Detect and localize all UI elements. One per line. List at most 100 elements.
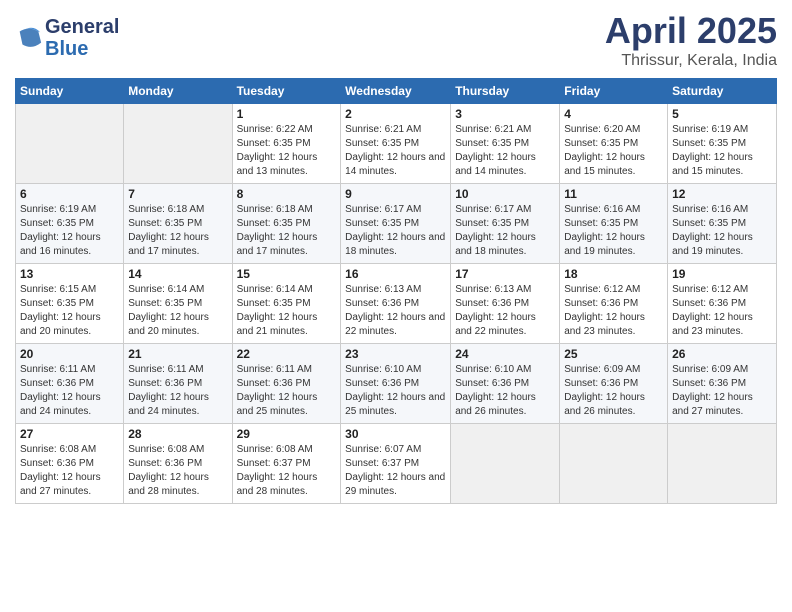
week-row-5: 27Sunrise: 6:08 AMSunset: 6:36 PMDayligh… [16, 424, 777, 504]
day-info: Sunrise: 6:10 AMSunset: 6:36 PMDaylight:… [455, 363, 555, 419]
day-number: 19 [672, 267, 772, 281]
day-info: Sunrise: 6:12 AMSunset: 6:36 PMDaylight:… [564, 283, 663, 339]
day-number: 4 [564, 107, 663, 121]
week-row-1: 1Sunrise: 6:22 AMSunset: 6:35 PMDaylight… [16, 104, 777, 184]
day-info: Sunrise: 6:19 AMSunset: 6:35 PMDaylight:… [20, 203, 119, 259]
day-cell: 24 Sunrise: 6:10 AMSunset: 6:36 PMDayligh… [451, 344, 560, 424]
header-cell-saturday: Saturday [668, 79, 777, 104]
day-info: Sunrise: 6:07 AMSunset: 6:37 PMDaylight:… [345, 443, 446, 499]
day-info: Sunrise: 6:09 AMSunset: 6:36 PMDaylight:… [564, 363, 663, 419]
day-cell: 15 Sunrise: 6:14 AMSunset: 6:35 PMDayligh… [232, 264, 341, 344]
day-number: 5 [672, 107, 772, 121]
day-number: 10 [455, 187, 555, 201]
day-number: 9 [345, 187, 446, 201]
day-number: 15 [237, 267, 337, 281]
day-cell: 27Sunrise: 6:08 AMSunset: 6:36 PMDayligh… [16, 424, 124, 504]
day-info: Sunrise: 6:08 AMSunset: 6:37 PMDaylight:… [237, 443, 337, 499]
day-cell: 21Sunrise: 6:11 AMSunset: 6:36 PMDayligh… [124, 344, 232, 424]
day-cell: 30Sunrise: 6:07 AMSunset: 6:37 PMDayligh… [341, 424, 451, 504]
location-title: Thrissur, Kerala, India [605, 52, 777, 70]
day-number: 25 [564, 347, 663, 361]
day-number: 14 [128, 267, 227, 281]
header-cell-tuesday: Tuesday [232, 79, 341, 104]
day-info: Sunrise: 6:17 AMSunset: 6:35 PMDaylight:… [455, 203, 555, 259]
week-row-2: 6 Sunrise: 6:19 AMSunset: 6:35 PMDaylight… [16, 184, 777, 264]
calendar-body: 1Sunrise: 6:22 AMSunset: 6:35 PMDaylight… [16, 104, 777, 504]
day-info: Sunrise: 6:14 AMSunset: 6:35 PMDaylight:… [128, 283, 227, 339]
day-number: 29 [237, 427, 337, 441]
day-cell: 7 Sunrise: 6:18 AMSunset: 6:35 PMDaylight… [124, 184, 232, 264]
day-cell: 3Sunrise: 6:21 AMSunset: 6:35 PMDaylight… [451, 104, 560, 184]
calendar-table: SundayMondayTuesdayWednesdayThursdayFrid… [15, 78, 777, 504]
day-number: 6 [20, 187, 119, 201]
day-cell: 4 Sunrise: 6:20 AMSunset: 6:35 PMDaylight… [560, 104, 668, 184]
header-cell-monday: Monday [124, 79, 232, 104]
day-number: 2 [345, 107, 446, 121]
day-info: Sunrise: 6:13 AMSunset: 6:36 PMDaylight:… [455, 283, 555, 339]
day-number: 26 [672, 347, 772, 361]
day-cell: 8 Sunrise: 6:18 AMSunset: 6:35 PMDaylight… [232, 184, 341, 264]
day-number: 20 [20, 347, 119, 361]
day-info: Sunrise: 6:20 AMSunset: 6:35 PMDaylight:… [564, 123, 663, 179]
logo: General Blue [15, 16, 119, 60]
day-cell: 17Sunrise: 6:13 AMSunset: 6:36 PMDayligh… [451, 264, 560, 344]
logo-icon [15, 24, 43, 52]
day-info: Sunrise: 6:15 AMSunset: 6:35 PMDaylight:… [20, 283, 119, 339]
header-cell-wednesday: Wednesday [341, 79, 451, 104]
week-row-4: 20 Sunrise: 6:11 AMSunset: 6:36 PMDayligh… [16, 344, 777, 424]
day-info: Sunrise: 6:11 AMSunset: 6:36 PMDaylight:… [237, 363, 337, 419]
day-cell: 20 Sunrise: 6:11 AMSunset: 6:36 PMDayligh… [16, 344, 124, 424]
header-cell-thursday: Thursday [451, 79, 560, 104]
day-cell [124, 104, 232, 184]
day-cell [668, 424, 777, 504]
day-cell [560, 424, 668, 504]
day-number: 11 [564, 187, 663, 201]
day-number: 22 [237, 347, 337, 361]
day-cell: 18 Sunrise: 6:12 AMSunset: 6:36 PMDayligh… [560, 264, 668, 344]
day-info: Sunrise: 6:08 AMSunset: 6:36 PMDaylight:… [20, 443, 119, 499]
day-info: Sunrise: 6:16 AMSunset: 6:35 PMDaylight:… [564, 203, 663, 259]
day-cell: 12 Sunrise: 6:16 AMSunset: 6:35 PMDayligh… [668, 184, 777, 264]
day-number: 23 [345, 347, 446, 361]
header: General Blue April 2025 Thrissur, Kerala… [15, 10, 777, 70]
day-number: 1 [237, 107, 337, 121]
header-row: SundayMondayTuesdayWednesdayThursdayFrid… [16, 79, 777, 104]
day-number: 13 [20, 267, 119, 281]
day-cell: 5 Sunrise: 6:19 AMSunset: 6:35 PMDaylight… [668, 104, 777, 184]
day-cell [451, 424, 560, 504]
day-cell: 10 Sunrise: 6:17 AMSunset: 6:35 PMDayligh… [451, 184, 560, 264]
day-info: Sunrise: 6:11 AMSunset: 6:36 PMDaylight:… [20, 363, 119, 419]
day-cell: 29 Sunrise: 6:08 AMSunset: 6:37 PMDayligh… [232, 424, 341, 504]
day-number: 24 [455, 347, 555, 361]
day-cell: 2 Sunrise: 6:21 AMSunset: 6:35 PMDaylight… [341, 104, 451, 184]
day-cell [16, 104, 124, 184]
day-cell: 6 Sunrise: 6:19 AMSunset: 6:35 PMDaylight… [16, 184, 124, 264]
day-cell: 23 Sunrise: 6:10 AMSunset: 6:36 PMDayligh… [341, 344, 451, 424]
day-info: Sunrise: 6:14 AMSunset: 6:35 PMDaylight:… [237, 283, 337, 339]
day-number: 8 [237, 187, 337, 201]
day-cell: 19Sunrise: 6:12 AMSunset: 6:36 PMDayligh… [668, 264, 777, 344]
week-row-3: 13 Sunrise: 6:15 AMSunset: 6:35 PMDayligh… [16, 264, 777, 344]
day-info: Sunrise: 6:19 AMSunset: 6:35 PMDaylight:… [672, 123, 772, 179]
day-info: Sunrise: 6:13 AMSunset: 6:36 PMDaylight:… [345, 283, 446, 339]
day-cell: 22 Sunrise: 6:11 AMSunset: 6:36 PMDayligh… [232, 344, 341, 424]
day-number: 18 [564, 267, 663, 281]
day-number: 28 [128, 427, 227, 441]
day-info: Sunrise: 6:08 AMSunset: 6:36 PMDaylight:… [128, 443, 227, 499]
title-area: April 2025 Thrissur, Kerala, India [605, 10, 777, 70]
day-number: 7 [128, 187, 227, 201]
day-cell: 9 Sunrise: 6:17 AMSunset: 6:35 PMDaylight… [341, 184, 451, 264]
day-info: Sunrise: 6:18 AMSunset: 6:35 PMDaylight:… [128, 203, 227, 259]
day-info: Sunrise: 6:10 AMSunset: 6:36 PMDaylight:… [345, 363, 446, 419]
day-info: Sunrise: 6:16 AMSunset: 6:35 PMDaylight:… [672, 203, 772, 259]
day-number: 12 [672, 187, 772, 201]
day-info: Sunrise: 6:11 AMSunset: 6:36 PMDaylight:… [128, 363, 227, 419]
day-cell: 14 Sunrise: 6:14 AMSunset: 6:35 PMDayligh… [124, 264, 232, 344]
day-info: Sunrise: 6:21 AMSunset: 6:35 PMDaylight:… [345, 123, 446, 179]
day-info: Sunrise: 6:17 AMSunset: 6:35 PMDaylight:… [345, 203, 446, 259]
day-cell: 28 Sunrise: 6:08 AMSunset: 6:36 PMDayligh… [124, 424, 232, 504]
day-info: Sunrise: 6:18 AMSunset: 6:35 PMDaylight:… [237, 203, 337, 259]
day-cell: 25 Sunrise: 6:09 AMSunset: 6:36 PMDayligh… [560, 344, 668, 424]
logo-text: General Blue [45, 16, 119, 60]
month-title: April 2025 [605, 10, 777, 52]
